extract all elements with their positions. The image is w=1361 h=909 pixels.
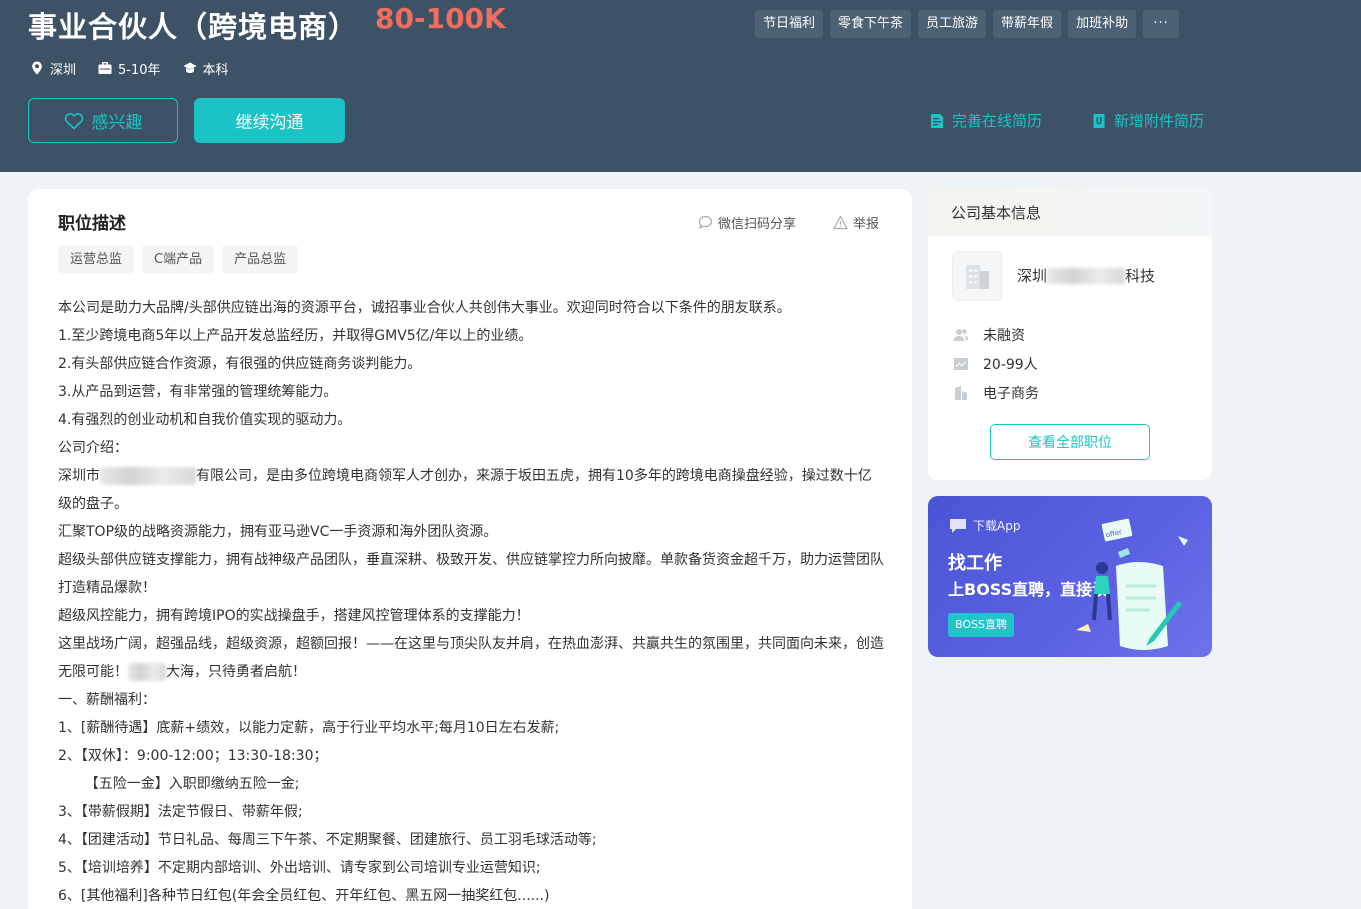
- skill-tags: 运营总监 C端产品 产品总监: [58, 245, 299, 274]
- job-header: 事业合伙人（跨境电商） 80-100K 节日福利 零食下午茶 员工旅游 带薪年假…: [0, 0, 1361, 172]
- resume-icon: [931, 113, 943, 128]
- benefit-tag: 节日福利: [755, 10, 824, 38]
- benefit-tag: 零食下午茶: [830, 10, 912, 38]
- description-line: 3、【带薪假期】法定节假日、带薪年假;: [58, 804, 303, 820]
- benefit-tags: 节日福利 零食下午茶 员工旅游 带薪年假 加班补助 ···: [755, 10, 1180, 38]
- company-section-title: 公司基本信息: [928, 189, 1212, 236]
- add-attachment-label: 新增附件简历: [1114, 112, 1205, 130]
- description-line: 超级头部供应链支撑能力，拥有战神级产品团队，垂直深耕、极致开发、供应链掌控力所向…: [58, 552, 884, 596]
- more-benefits-button[interactable]: ···: [1143, 10, 1180, 38]
- download-app-label: 下载App: [948, 517, 1020, 534]
- chat-bubble-icon: [698, 215, 713, 229]
- description-line: 汇聚TOP级的战略资源能力，拥有亚马逊VC一手资源和海外团队资源。: [58, 524, 498, 540]
- description-line: 4、【团建活动】节日礼品、每周三下午茶、不定期聚餐、团建旅行、员工羽毛球活动等;: [58, 832, 597, 848]
- experience-meta: 5-10年: [98, 58, 161, 78]
- description-line: 【五险一金】入职即缴纳五险一金;: [58, 776, 300, 792]
- interest-label: 感兴趣: [91, 113, 143, 133]
- description-line: 1、[薪酬待遇】底薪+绩效，以能力定薪，高于行业平均水平;每月10日左右发薪;: [58, 720, 560, 736]
- redacted-brand-name: [128, 663, 166, 681]
- company-logo[interactable]: [952, 251, 1002, 301]
- growth-chart-icon: [954, 357, 968, 370]
- redacted-company-name: [1047, 267, 1126, 284]
- resume-illustration-icon: offer: [1076, 518, 1188, 650]
- graduation-cap-icon: [183, 62, 197, 73]
- benefit-tag: 带薪年假: [993, 10, 1062, 38]
- industry-row: 电子商务: [953, 378, 1039, 407]
- description-line: 2、【双休】：9:00-12:00；13:30-18:30；: [58, 748, 328, 764]
- attachment-icon: [1093, 113, 1105, 128]
- city-meta: 深圳: [30, 58, 76, 78]
- chat-logo-icon: [950, 518, 966, 533]
- job-title: 事业合伙人（跨境电商）: [28, 10, 359, 44]
- description-line: 3.从产品到运营，有非常强的管理统筹能力。: [58, 384, 338, 400]
- experience-text: 5-10年: [118, 62, 161, 78]
- users-icon: [953, 328, 969, 341]
- benefit-tag: 加班补助: [1068, 10, 1137, 38]
- report-label: 举报: [853, 217, 880, 232]
- report-button[interactable]: 举报: [833, 213, 879, 232]
- job-description-card: 职位描述 微信扫码分享 举报 运营总监 C端产品 产品总监 本公司是助力大品牌/…: [28, 189, 912, 909]
- warning-icon: [833, 215, 848, 230]
- download-app-text: 下载App: [973, 519, 1021, 533]
- benefit-tag: 员工旅游: [918, 10, 987, 38]
- briefcase-icon: [98, 62, 112, 74]
- description-line: 5、【培训培养】不定期内部培训、外出培训、请专家到公司培训专业运营知识;: [58, 860, 541, 876]
- complete-resume-link[interactable]: 完善在线简历: [929, 110, 1042, 131]
- education-meta: 本科: [183, 58, 229, 78]
- industry-text: 电子商务: [983, 385, 1039, 402]
- location-pin-icon: [32, 61, 42, 75]
- description-line: 4.有强烈的创业动机和自我价值实现的驱动力。: [58, 412, 352, 428]
- building-icon: [966, 265, 989, 289]
- description-line: 深圳市 有限公司，是由多位跨境电商领军人才创办，来源于坂田五虎，拥有10多年的跨境…: [58, 462, 884, 518]
- company-name-link[interactable]: 深圳 科技: [1017, 265, 1155, 286]
- description-line: 本公司是助力大品牌/头部供应链出海的资源平台，诚招事业合伙人共创伟大事业。欢迎同…: [58, 300, 791, 316]
- closing-suffix: 大海，只待勇者启航！: [166, 664, 306, 680]
- download-app-banner[interactable]: 下载App 找工作 上BOSS直聘，直接谈 BOSS直聘 offer: [928, 496, 1212, 657]
- view-all-jobs-button[interactable]: 查看全部职位: [990, 424, 1150, 460]
- description-line: 2.有头部供应链合作资源，有很强的供应链商务谈判能力。: [58, 356, 422, 372]
- complete-resume-label: 完善在线简历: [952, 112, 1043, 130]
- add-attachment-resume-link[interactable]: 新增附件简历: [1091, 110, 1204, 131]
- salary: 80-100K: [375, 2, 506, 35]
- company-attributes: 未融资 20-99人 电子商务: [953, 320, 1039, 407]
- funding-text: 未融资: [983, 327, 1025, 344]
- company-name-prefix: 深圳: [1017, 267, 1048, 285]
- description-line: 1.至少跨境电商5年以上产品开发总监经历，并取得GMV5亿/年以上的业绩。: [58, 328, 533, 344]
- size-row: 20-99人: [953, 349, 1039, 378]
- heart-icon: [64, 112, 83, 130]
- continue-chat-button[interactable]: 继续沟通: [194, 98, 345, 143]
- interest-button[interactable]: 感兴趣: [28, 98, 178, 143]
- boss-app-button[interactable]: BOSS直聘: [948, 613, 1014, 637]
- wechat-share-button[interactable]: 微信扫码分享: [698, 213, 796, 232]
- description-line: 超级风控能力，拥有跨境IPO的实战操盘手，搭建风控管理体系的支撑能力！: [58, 608, 530, 624]
- building-small-icon: [955, 385, 967, 400]
- size-text: 20-99人: [983, 356, 1038, 373]
- job-description-text: 本公司是助力大品牌/头部供应链出海的资源平台，诚招事业合伙人共创伟大事业。欢迎同…: [58, 294, 884, 909]
- share-label: 微信扫码分享: [718, 217, 797, 232]
- skill-tag: 产品总监: [222, 245, 299, 274]
- description-line: 一、薪酬福利：: [58, 692, 156, 708]
- redacted-company-name: [100, 467, 196, 485]
- description-line: 公司介绍：: [58, 440, 128, 456]
- company-info-card: 公司基本信息 深圳 科技 未融资 20-99人 电子商务 查看全部职位: [928, 189, 1212, 480]
- section-title: 职位描述: [58, 214, 126, 234]
- job-meta: 深圳 5-10年 本科: [30, 58, 229, 78]
- funding-row: 未融资: [953, 320, 1039, 349]
- skill-tag: 运营总监: [58, 245, 135, 274]
- description-line: 这里战场广阔，超强品线，超级资源，超额回报！——在这里与顶尖队友并肩，在热血澎湃…: [58, 630, 884, 686]
- company-intro-prefix: 深圳市: [58, 468, 100, 484]
- company-name-suffix: 科技: [1125, 267, 1156, 285]
- skill-tag: C端产品: [142, 245, 215, 274]
- banner-headline: 找工作: [948, 553, 1002, 574]
- city-text: 深圳: [50, 62, 77, 78]
- description-line: 6、[其他福利]各种节日红包(年会全员红包、开年红包、黑五网一抽奖红包.....…: [58, 888, 550, 904]
- education-text: 本科: [202, 62, 229, 78]
